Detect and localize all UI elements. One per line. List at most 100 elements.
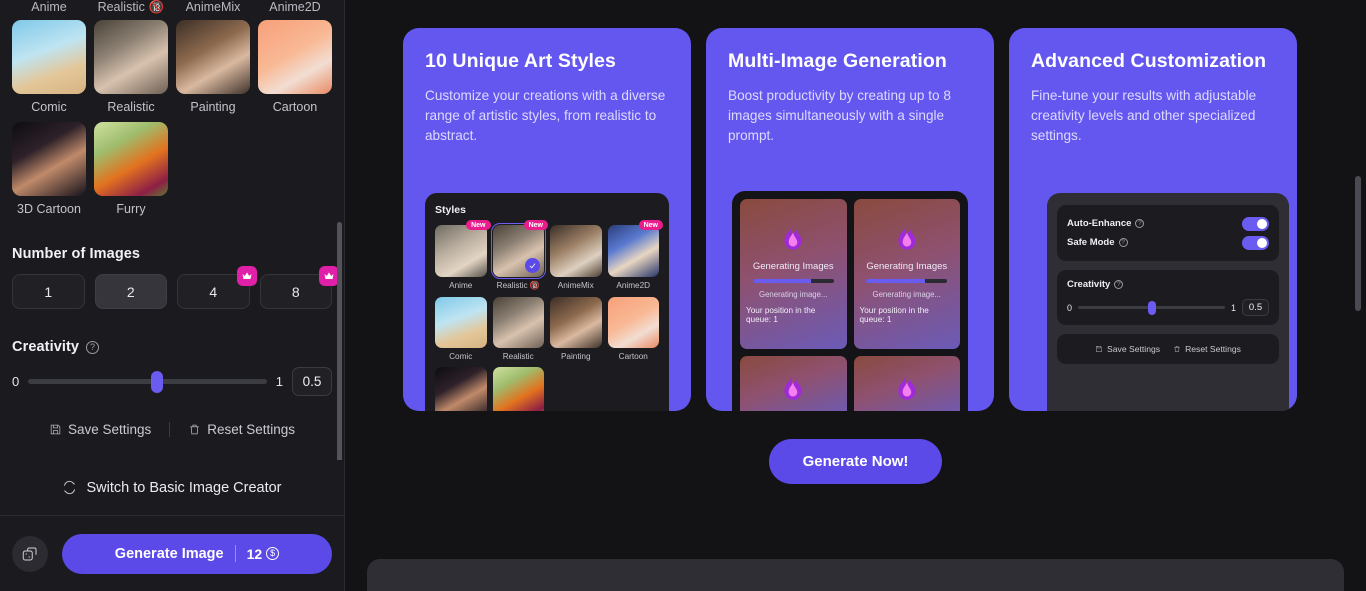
style-thumbnail[interactable] xyxy=(176,20,250,94)
creativity-value-input[interactable]: 0.5 xyxy=(1242,299,1269,316)
safe-mode-toggle[interactable] xyxy=(1242,235,1269,250)
help-icon[interactable]: ? xyxy=(86,340,100,354)
number-of-images-title: Number of Images xyxy=(12,246,141,262)
style-thumbnail[interactable] xyxy=(550,225,602,277)
style-label: Realistic xyxy=(502,352,534,361)
feature-card-advanced: Advanced Customization Fine-tune your re… xyxy=(1009,28,1297,411)
images-count-1[interactable]: 1 xyxy=(12,274,85,309)
card-description: Boost productivity by creating up to 8 i… xyxy=(728,88,951,143)
sidebar-scrollbar-thumb[interactable] xyxy=(337,222,342,460)
preview-style-painting[interactable]: Painting xyxy=(550,296,602,361)
images-count-8[interactable]: 8 xyxy=(259,266,339,309)
preview-style-3d-cartoon[interactable]: 3D Cartoon xyxy=(435,367,487,411)
style-top-label-realistic: Realistic 🔞 xyxy=(97,0,165,14)
help-icon[interactable]: ? xyxy=(1114,280,1124,289)
preview-style-anime[interactable]: New Anime xyxy=(435,220,491,291)
generate-bar: Generate Image 12 $ xyxy=(0,516,344,591)
images-count-2[interactable]: 2 xyxy=(94,274,167,309)
preview-style-anime2d[interactable]: New Anime2D xyxy=(607,220,663,291)
style-thumbnail[interactable] xyxy=(607,225,659,277)
auto-enhance-toggle[interactable] xyxy=(1242,216,1269,231)
feature-card-multi-image: Multi-Image Generation Boost productivit… xyxy=(706,28,994,411)
styles-preview-panel: Styles New Anime New Realistic 🔞 AnimeMi… xyxy=(425,193,669,411)
creativity-block: Creativity ? 0 1 0.5 xyxy=(1057,270,1279,325)
bottom-panel xyxy=(367,559,1344,591)
preview-style-realistic-2[interactable]: Realistic xyxy=(492,296,544,361)
divider xyxy=(169,422,171,437)
generating-status: Generating image... xyxy=(759,289,828,299)
style-thumbnail[interactable] xyxy=(492,296,544,348)
images-count-4[interactable]: 4 xyxy=(177,266,257,309)
style-option-painting[interactable]: Painting xyxy=(176,20,250,114)
reset-settings-button[interactable]: Reset Settings xyxy=(188,422,295,437)
style-thumbnail[interactable] xyxy=(258,20,332,94)
main-scrollbar-thumb[interactable] xyxy=(1355,176,1361,311)
switch-to-basic-button[interactable]: Switch to Basic Image Creator xyxy=(0,460,344,516)
style-option-realistic[interactable]: Realistic xyxy=(94,20,168,114)
style-thumbnail[interactable] xyxy=(550,296,602,348)
reset-settings-button[interactable]: Reset Settings xyxy=(1173,344,1241,354)
generate-now-button[interactable]: Generate Now! xyxy=(768,439,943,484)
premium-crown-icon xyxy=(236,266,257,286)
style-label: AnimeMix xyxy=(557,280,594,290)
creativity-value-input[interactable]: 0.5 xyxy=(292,367,332,396)
preview-style-furry[interactable]: Furry xyxy=(492,367,544,411)
style-thumbnail[interactable] xyxy=(492,367,544,411)
style-option-comic[interactable]: Comic xyxy=(12,20,86,114)
generate-now-wrap: Generate Now! xyxy=(345,439,1366,484)
style-thumbnail[interactable] xyxy=(435,296,487,348)
style-thumbnail[interactable] xyxy=(435,225,487,277)
style-thumbnail[interactable] xyxy=(12,20,86,94)
feature-cards: 10 Unique Art Styles Customize your crea… xyxy=(345,0,1366,411)
help-icon[interactable]: ? xyxy=(1135,219,1145,228)
creativity-label: Creativity ? xyxy=(1067,279,1269,290)
generating-status: Generating image... xyxy=(872,289,941,299)
style-label: Comic xyxy=(449,352,473,361)
divider xyxy=(234,545,236,562)
style-grid: Comic Realistic Painting Cartoon 3D Cart… xyxy=(10,20,334,216)
nsfw-icon: 🔞 xyxy=(529,280,540,290)
new-badge: New xyxy=(466,220,491,230)
style-thumbnail[interactable] xyxy=(94,20,168,94)
randomize-dice-button[interactable] xyxy=(12,535,48,572)
preview-style-realistic[interactable]: New Realistic 🔞 xyxy=(490,220,548,291)
nsfw-icon: 🔞 xyxy=(148,0,165,14)
help-icon[interactable]: ? xyxy=(1118,238,1128,247)
creativity-slider[interactable] xyxy=(28,370,267,393)
creativity-title: Creativity xyxy=(12,339,80,355)
style-top-label-animemix: AnimeMix xyxy=(185,0,241,14)
save-icon xyxy=(1096,346,1102,352)
preview-style-animemix[interactable]: AnimeMix xyxy=(550,225,602,291)
card-title: 10 Unique Art Styles xyxy=(425,50,616,72)
switch-label: Switch to Basic Image Creator xyxy=(86,479,282,496)
preview-style-cartoon[interactable]: Cartoon xyxy=(607,296,659,361)
style-label: Realistic 🔞 xyxy=(496,280,540,291)
creativity-slider[interactable] xyxy=(1078,300,1225,315)
style-thumbnail[interactable] xyxy=(94,122,168,196)
style-option-3d-cartoon[interactable]: 3D Cartoon xyxy=(12,122,86,216)
card-description: Customize your creations with a diverse … xyxy=(425,88,666,143)
slider-handle[interactable] xyxy=(151,370,164,393)
preview-style-comic[interactable]: Comic xyxy=(435,296,487,361)
save-settings-button[interactable]: Save Settings xyxy=(49,422,151,437)
style-option-cartoon[interactable]: Cartoon xyxy=(258,20,332,114)
slider-handle[interactable] xyxy=(1147,300,1156,315)
save-settings-button[interactable]: Save Settings xyxy=(1095,344,1160,354)
main-content: 10 Unique Art Styles Customize your crea… xyxy=(345,0,1366,591)
images-count-label: 8 xyxy=(291,283,300,300)
style-option-furry[interactable]: Furry xyxy=(94,122,168,216)
settings-actions: Save Settings Reset Settings xyxy=(1057,334,1279,364)
trash-icon xyxy=(190,424,200,435)
style-thumbnail[interactable] xyxy=(12,122,86,196)
style-thumbnail[interactable] xyxy=(607,296,659,348)
feature-card-art-styles: 10 Unique Art Styles Customize your crea… xyxy=(403,28,691,411)
generate-image-button[interactable]: Generate Image 12 $ xyxy=(62,533,332,574)
advanced-settings-panel: Auto-Enhance ? Safe Mode ? Creativity ? … xyxy=(1047,193,1289,411)
style-label: 3D Cartoon xyxy=(17,202,81,216)
generating-title: Generating Images xyxy=(866,261,948,273)
save-settings-label: Save Settings xyxy=(67,422,152,437)
queue-position: Your position in the queue: 1 xyxy=(746,305,816,324)
switch-icon xyxy=(64,480,76,495)
style-thumbnail[interactable] xyxy=(435,367,487,411)
style-thumbnail-selected[interactable] xyxy=(490,223,546,279)
